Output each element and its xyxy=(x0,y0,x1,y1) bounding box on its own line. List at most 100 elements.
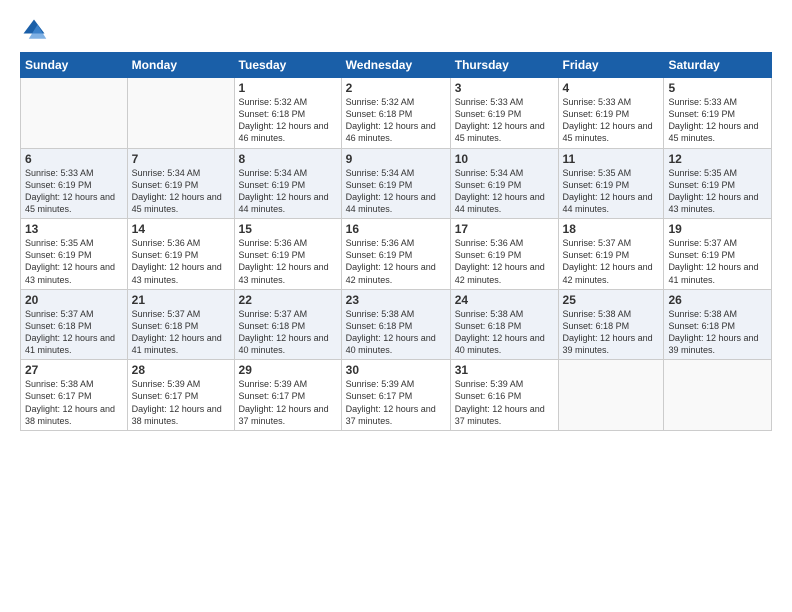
day-number: 29 xyxy=(239,363,337,377)
calendar-header-row: SundayMondayTuesdayWednesdayThursdayFrid… xyxy=(21,53,772,78)
day-number: 31 xyxy=(455,363,554,377)
day-number: 4 xyxy=(563,81,660,95)
calendar-day-header: Tuesday xyxy=(234,53,341,78)
day-number: 23 xyxy=(346,293,446,307)
day-info: Sunrise: 5:34 AM Sunset: 6:19 PM Dayligh… xyxy=(239,167,337,216)
day-info: Sunrise: 5:37 AM Sunset: 6:18 PM Dayligh… xyxy=(239,308,337,357)
day-info: Sunrise: 5:35 AM Sunset: 6:19 PM Dayligh… xyxy=(25,237,123,286)
calendar-cell: 11Sunrise: 5:35 AM Sunset: 6:19 PM Dayli… xyxy=(558,148,664,219)
day-number: 10 xyxy=(455,152,554,166)
calendar-cell: 12Sunrise: 5:35 AM Sunset: 6:19 PM Dayli… xyxy=(664,148,772,219)
day-info: Sunrise: 5:38 AM Sunset: 6:18 PM Dayligh… xyxy=(346,308,446,357)
day-info: Sunrise: 5:33 AM Sunset: 6:19 PM Dayligh… xyxy=(563,96,660,145)
day-number: 27 xyxy=(25,363,123,377)
day-number: 5 xyxy=(668,81,767,95)
day-info: Sunrise: 5:36 AM Sunset: 6:19 PM Dayligh… xyxy=(346,237,446,286)
calendar-cell: 16Sunrise: 5:36 AM Sunset: 6:19 PM Dayli… xyxy=(341,219,450,290)
calendar-day-header: Monday xyxy=(127,53,234,78)
calendar-cell: 23Sunrise: 5:38 AM Sunset: 6:18 PM Dayli… xyxy=(341,289,450,360)
day-number: 19 xyxy=(668,222,767,236)
calendar-cell: 15Sunrise: 5:36 AM Sunset: 6:19 PM Dayli… xyxy=(234,219,341,290)
logo-icon xyxy=(20,16,48,44)
day-number: 28 xyxy=(132,363,230,377)
day-info: Sunrise: 5:36 AM Sunset: 6:19 PM Dayligh… xyxy=(132,237,230,286)
calendar-week-row: 1Sunrise: 5:32 AM Sunset: 6:18 PM Daylig… xyxy=(21,78,772,149)
day-number: 22 xyxy=(239,293,337,307)
calendar-cell: 4Sunrise: 5:33 AM Sunset: 6:19 PM Daylig… xyxy=(558,78,664,149)
calendar-cell: 2Sunrise: 5:32 AM Sunset: 6:18 PM Daylig… xyxy=(341,78,450,149)
day-number: 18 xyxy=(563,222,660,236)
day-info: Sunrise: 5:34 AM Sunset: 6:19 PM Dayligh… xyxy=(132,167,230,216)
calendar-day-header: Friday xyxy=(558,53,664,78)
day-info: Sunrise: 5:38 AM Sunset: 6:18 PM Dayligh… xyxy=(455,308,554,357)
day-info: Sunrise: 5:38 AM Sunset: 6:18 PM Dayligh… xyxy=(563,308,660,357)
day-number: 17 xyxy=(455,222,554,236)
calendar-day-header: Sunday xyxy=(21,53,128,78)
calendar-cell: 17Sunrise: 5:36 AM Sunset: 6:19 PM Dayli… xyxy=(450,219,558,290)
day-number: 13 xyxy=(25,222,123,236)
calendar-cell: 13Sunrise: 5:35 AM Sunset: 6:19 PM Dayli… xyxy=(21,219,128,290)
day-info: Sunrise: 5:32 AM Sunset: 6:18 PM Dayligh… xyxy=(239,96,337,145)
calendar-cell: 8Sunrise: 5:34 AM Sunset: 6:19 PM Daylig… xyxy=(234,148,341,219)
calendar-week-row: 20Sunrise: 5:37 AM Sunset: 6:18 PM Dayli… xyxy=(21,289,772,360)
day-number: 1 xyxy=(239,81,337,95)
day-info: Sunrise: 5:38 AM Sunset: 6:18 PM Dayligh… xyxy=(668,308,767,357)
calendar-cell xyxy=(21,78,128,149)
day-number: 9 xyxy=(346,152,446,166)
day-info: Sunrise: 5:33 AM Sunset: 6:19 PM Dayligh… xyxy=(25,167,123,216)
calendar-day-header: Wednesday xyxy=(341,53,450,78)
calendar-cell: 1Sunrise: 5:32 AM Sunset: 6:18 PM Daylig… xyxy=(234,78,341,149)
calendar-cell: 19Sunrise: 5:37 AM Sunset: 6:19 PM Dayli… xyxy=(664,219,772,290)
day-number: 11 xyxy=(563,152,660,166)
day-number: 26 xyxy=(668,293,767,307)
day-info: Sunrise: 5:39 AM Sunset: 6:16 PM Dayligh… xyxy=(455,378,554,427)
day-number: 6 xyxy=(25,152,123,166)
day-info: Sunrise: 5:37 AM Sunset: 6:19 PM Dayligh… xyxy=(563,237,660,286)
calendar-cell: 28Sunrise: 5:39 AM Sunset: 6:17 PM Dayli… xyxy=(127,360,234,431)
header xyxy=(20,16,772,44)
day-info: Sunrise: 5:36 AM Sunset: 6:19 PM Dayligh… xyxy=(239,237,337,286)
day-number: 15 xyxy=(239,222,337,236)
calendar-cell xyxy=(664,360,772,431)
calendar-cell: 29Sunrise: 5:39 AM Sunset: 6:17 PM Dayli… xyxy=(234,360,341,431)
calendar-cell xyxy=(558,360,664,431)
calendar-cell: 20Sunrise: 5:37 AM Sunset: 6:18 PM Dayli… xyxy=(21,289,128,360)
calendar-cell: 10Sunrise: 5:34 AM Sunset: 6:19 PM Dayli… xyxy=(450,148,558,219)
calendar-cell: 3Sunrise: 5:33 AM Sunset: 6:19 PM Daylig… xyxy=(450,78,558,149)
day-info: Sunrise: 5:33 AM Sunset: 6:19 PM Dayligh… xyxy=(668,96,767,145)
day-info: Sunrise: 5:39 AM Sunset: 6:17 PM Dayligh… xyxy=(239,378,337,427)
calendar-day-header: Saturday xyxy=(664,53,772,78)
day-info: Sunrise: 5:35 AM Sunset: 6:19 PM Dayligh… xyxy=(668,167,767,216)
day-number: 21 xyxy=(132,293,230,307)
calendar-table: SundayMondayTuesdayWednesdayThursdayFrid… xyxy=(20,52,772,431)
day-number: 20 xyxy=(25,293,123,307)
day-number: 14 xyxy=(132,222,230,236)
calendar-week-row: 27Sunrise: 5:38 AM Sunset: 6:17 PM Dayli… xyxy=(21,360,772,431)
calendar-cell: 30Sunrise: 5:39 AM Sunset: 6:17 PM Dayli… xyxy=(341,360,450,431)
day-info: Sunrise: 5:39 AM Sunset: 6:17 PM Dayligh… xyxy=(346,378,446,427)
calendar-cell: 31Sunrise: 5:39 AM Sunset: 6:16 PM Dayli… xyxy=(450,360,558,431)
day-number: 2 xyxy=(346,81,446,95)
day-number: 24 xyxy=(455,293,554,307)
calendar-week-row: 6Sunrise: 5:33 AM Sunset: 6:19 PM Daylig… xyxy=(21,148,772,219)
day-info: Sunrise: 5:37 AM Sunset: 6:19 PM Dayligh… xyxy=(668,237,767,286)
calendar-cell: 25Sunrise: 5:38 AM Sunset: 6:18 PM Dayli… xyxy=(558,289,664,360)
day-info: Sunrise: 5:36 AM Sunset: 6:19 PM Dayligh… xyxy=(455,237,554,286)
calendar-cell: 5Sunrise: 5:33 AM Sunset: 6:19 PM Daylig… xyxy=(664,78,772,149)
day-info: Sunrise: 5:37 AM Sunset: 6:18 PM Dayligh… xyxy=(132,308,230,357)
calendar-day-header: Thursday xyxy=(450,53,558,78)
day-info: Sunrise: 5:34 AM Sunset: 6:19 PM Dayligh… xyxy=(346,167,446,216)
day-info: Sunrise: 5:37 AM Sunset: 6:18 PM Dayligh… xyxy=(25,308,123,357)
day-info: Sunrise: 5:35 AM Sunset: 6:19 PM Dayligh… xyxy=(563,167,660,216)
calendar-cell: 18Sunrise: 5:37 AM Sunset: 6:19 PM Dayli… xyxy=(558,219,664,290)
calendar-cell: 22Sunrise: 5:37 AM Sunset: 6:18 PM Dayli… xyxy=(234,289,341,360)
day-info: Sunrise: 5:39 AM Sunset: 6:17 PM Dayligh… xyxy=(132,378,230,427)
page: SundayMondayTuesdayWednesdayThursdayFrid… xyxy=(0,0,792,612)
calendar-week-row: 13Sunrise: 5:35 AM Sunset: 6:19 PM Dayli… xyxy=(21,219,772,290)
day-number: 25 xyxy=(563,293,660,307)
calendar-cell: 21Sunrise: 5:37 AM Sunset: 6:18 PM Dayli… xyxy=(127,289,234,360)
day-number: 30 xyxy=(346,363,446,377)
calendar-cell: 6Sunrise: 5:33 AM Sunset: 6:19 PM Daylig… xyxy=(21,148,128,219)
calendar-cell: 7Sunrise: 5:34 AM Sunset: 6:19 PM Daylig… xyxy=(127,148,234,219)
calendar-cell: 14Sunrise: 5:36 AM Sunset: 6:19 PM Dayli… xyxy=(127,219,234,290)
